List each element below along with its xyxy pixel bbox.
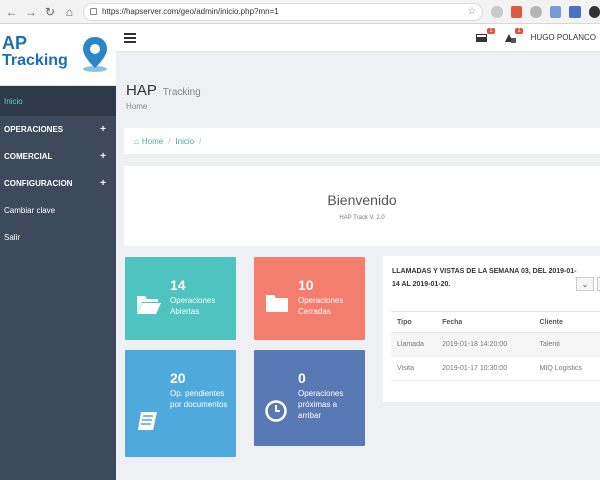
sidebar-item-label: OPERACIONES bbox=[4, 125, 64, 134]
sidebar-item-cambiar-clave[interactable]: Cambiar clave bbox=[0, 197, 116, 224]
sidebar-item-label: Salir bbox=[4, 233, 21, 242]
sidebar-item-label: Inicio bbox=[4, 96, 23, 106]
sidebar: AP Tracking Inicio OPERACIONES + COMERCIA… bbox=[0, 24, 116, 480]
page-title-sub: Tracking bbox=[162, 87, 201, 98]
column-header[interactable]: Fecha bbox=[436, 311, 534, 333]
brand-line2: Tracking bbox=[2, 52, 68, 69]
folder-icon bbox=[266, 295, 288, 312]
extension-icon[interactable] bbox=[491, 5, 503, 18]
breadcrumb-separator: / bbox=[168, 136, 171, 146]
sidebar-item-label: CONFIGURACION bbox=[4, 179, 73, 188]
brand-logo[interactable]: AP Tracking bbox=[0, 24, 116, 86]
address-bar[interactable]: https://hapserver.com/geo/admin/inicio.p… bbox=[82, 2, 484, 21]
cell-tipo: Visita bbox=[391, 356, 437, 381]
folder-open-icon bbox=[137, 296, 161, 314]
reload-icon[interactable]: ↻ bbox=[42, 4, 57, 20]
sidebar-item-configuracion[interactable]: CONFIGURACION + bbox=[0, 170, 116, 197]
collapse-chevron-icon[interactable]: ⌄ bbox=[576, 277, 594, 291]
expand-icon: + bbox=[100, 178, 106, 189]
profile-avatar[interactable] bbox=[588, 5, 600, 18]
brand-line1: AP bbox=[2, 33, 28, 53]
expand-icon: + bbox=[100, 151, 106, 162]
panel-title-line1: LLAMADAS Y VISTAS DE LA SEMANA 03, DEL 2… bbox=[392, 268, 577, 275]
book-icon bbox=[138, 412, 157, 430]
panel-title-line2: 14 AL 2019-01-20. bbox=[392, 281, 451, 288]
brand-name: AP Tracking bbox=[2, 34, 68, 70]
lock-icon bbox=[89, 8, 97, 15]
column-header[interactable]: Tipo bbox=[391, 311, 437, 333]
breadcrumb-current[interactable]: Inicio bbox=[175, 137, 194, 146]
bookmark-star-icon[interactable]: ☆ bbox=[468, 6, 477, 17]
sidebar-item-label: Cambiar clave bbox=[4, 206, 56, 215]
top-header: 1 1 HUGO POLANCO bbox=[116, 24, 600, 52]
cell-fecha: 2019-01-17 10:30:00 bbox=[436, 356, 534, 381]
table-header-row: Tipo Fecha Cliente bbox=[391, 311, 600, 333]
user-name[interactable]: HUGO POLANCO bbox=[531, 33, 596, 42]
notifications-icon[interactable]: 1 bbox=[475, 27, 495, 44]
tasks-icon[interactable]: 1 bbox=[503, 27, 523, 44]
table-row[interactable]: Visita 2019-01-17 10:30:00 MIQ Logistics bbox=[391, 356, 600, 381]
tile-operaciones-abiertas[interactable]: 14 Operaciones Abiertas bbox=[125, 257, 236, 340]
extension-icon[interactable] bbox=[549, 5, 562, 18]
panel-title: LLAMADAS Y VISTAS DE LA SEMANA 03, DEL 2… bbox=[392, 265, 600, 291]
tile-label: Operaciones Abiertas bbox=[170, 296, 216, 316]
tile-count: 14 bbox=[170, 277, 186, 293]
cell-tipo: Llamada bbox=[391, 332, 437, 357]
breadcrumb-home[interactable]: Home bbox=[142, 137, 163, 146]
tile-label: Operaciones próximas a arribar bbox=[298, 389, 344, 420]
extension-icon[interactable] bbox=[510, 5, 523, 18]
tile-count: 0 bbox=[298, 370, 306, 386]
notification-badge: 1 bbox=[487, 27, 495, 34]
calls-visits-table: Tipo Fecha Cliente Llamada 2019-01-18 14… bbox=[391, 311, 600, 381]
breadcrumb: ⌂ Home / Inicio / bbox=[124, 128, 600, 154]
cell-cliente: MIQ Logistics bbox=[533, 356, 600, 381]
table-row[interactable]: Llamada 2019-01-18 14:20:00 Talenti bbox=[391, 332, 600, 357]
tile-count: 10 bbox=[298, 277, 314, 293]
cell-cliente: Talenti bbox=[533, 332, 600, 357]
version-text: HAP Track V. 2.0 bbox=[339, 215, 385, 221]
column-header[interactable]: Cliente bbox=[533, 311, 600, 333]
page-header: HAP Tracking Home bbox=[116, 52, 600, 127]
page-title: HAP Tracking bbox=[126, 82, 201, 99]
tile-label: Op. pendientes por documentos bbox=[170, 389, 228, 409]
page-title-main: HAP bbox=[126, 82, 157, 99]
browser-toolbar: ← → ↻ ⌂ https://hapserver.com/geo/admin/… bbox=[0, 0, 600, 24]
calls-visits-panel: LLAMADAS Y VISTAS DE LA SEMANA 03, DEL 2… bbox=[383, 256, 600, 402]
extension-icon[interactable] bbox=[530, 5, 542, 18]
sidebar-item-operaciones[interactable]: OPERACIONES + bbox=[0, 116, 116, 143]
tile-label: Operaciones Cerradas bbox=[298, 296, 344, 316]
tile-operaciones-cerradas[interactable]: 10 Operaciones Cerradas bbox=[254, 257, 365, 340]
task-badge: 1 bbox=[515, 27, 523, 34]
home-icon[interactable]: ⌂ bbox=[62, 4, 77, 20]
tile-pendientes-documentos[interactable]: 20 Op. pendientes por documentos bbox=[125, 350, 236, 457]
extension-icon[interactable] bbox=[569, 5, 581, 18]
menu-toggle-icon[interactable] bbox=[124, 32, 136, 43]
map-pin-icon bbox=[83, 37, 107, 72]
sidebar-item-label: COMERCIAL bbox=[4, 152, 53, 161]
tile-count: 20 bbox=[170, 370, 186, 386]
forward-icon[interactable]: → bbox=[23, 4, 38, 20]
sidebar-item-inicio[interactable]: Inicio bbox=[0, 86, 116, 116]
page-subtitle: Home bbox=[126, 102, 148, 111]
breadcrumb-separator: / bbox=[199, 136, 202, 146]
clock-icon bbox=[265, 400, 287, 422]
tile-proximas-arribar[interactable]: 0 Operaciones próximas a arribar bbox=[254, 350, 365, 446]
welcome-title: Bienvenido bbox=[327, 192, 397, 208]
home-breadcrumb-icon[interactable]: ⌂ bbox=[134, 137, 139, 146]
back-icon[interactable]: ← bbox=[4, 4, 19, 20]
welcome-panel: Bienvenido HAP Track V. 2.0 bbox=[124, 166, 600, 246]
cell-fecha: 2019-01-18 14:20:00 bbox=[436, 332, 534, 357]
sidebar-item-salir[interactable]: Salir bbox=[0, 224, 116, 251]
sidebar-item-comercial[interactable]: COMERCIAL + bbox=[0, 143, 116, 170]
url-text[interactable]: https://hapserver.com/geo/admin/inicio.p… bbox=[102, 7, 279, 16]
expand-icon: + bbox=[100, 124, 106, 135]
